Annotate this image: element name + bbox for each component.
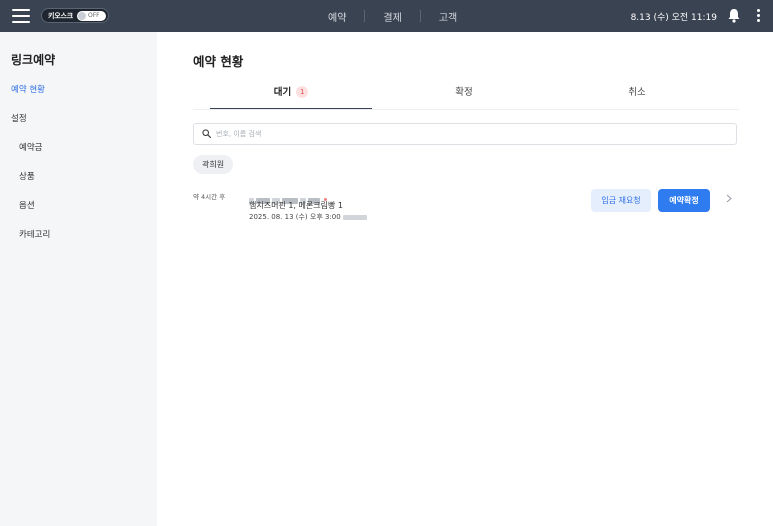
nav-payment[interactable]: 결제: [365, 9, 419, 24]
sidebar-item-category[interactable]: 카테고리: [19, 228, 50, 240]
sidebar-title: 링크예약: [11, 53, 56, 67]
top-nav: 예약 결제 고객: [310, 0, 475, 32]
kiosk-state: OFF: [88, 12, 100, 19]
sidebar: 링크예약 예약 현황 설정 예약금 상품 옵션 카테고리: [0, 32, 157, 526]
reservation-datetime: 2025. 08. 13 (수) 오후 3:00: [249, 212, 369, 222]
tabs-divider: [193, 109, 739, 110]
filter-chip[interactable]: 곽희원: [193, 155, 234, 174]
chevron-right-icon[interactable]: [726, 194, 732, 203]
reservation-items: 햄치즈머핀 1, 메론크림빵 1: [249, 201, 343, 210]
sidebar-item-products[interactable]: 상품: [19, 170, 35, 182]
sidebar-item-options[interactable]: 옵션: [19, 199, 35, 211]
kiosk-toggle[interactable]: 키오스크 OFF: [41, 8, 109, 23]
main-content: 예약 현황 대기 1 확정 취소 곽희원 약 4시간 후 햄치즈머핀 1, 메론크…: [157, 32, 773, 526]
kiosk-switch[interactable]: OFF: [77, 11, 106, 21]
count-badge: 1: [296, 86, 309, 98]
tab-label: 확정: [455, 87, 473, 98]
kiosk-label: 키오스크: [48, 12, 73, 20]
bell-icon[interactable]: [727, 8, 741, 23]
customer-name-redacted: [249, 190, 327, 204]
sidebar-item-deposit[interactable]: 예약금: [19, 141, 42, 153]
status-tabs: 대기 1 확정 취소: [210, 82, 740, 110]
tab-label: 취소: [628, 87, 646, 98]
sidebar-item-settings[interactable]: 설정: [11, 112, 27, 124]
tab-cancelled[interactable]: 취소: [556, 82, 718, 108]
reservation-row[interactable]: 약 4시간 후 햄치즈머핀 1, 메론크림빵 1 2025. 08. 13 (수…: [193, 186, 739, 226]
toggle-knob: [78, 12, 86, 20]
sidebar-item-reservation-status[interactable]: 예약 현황: [11, 83, 45, 95]
search-input[interactable]: [216, 127, 716, 141]
page-title: 예약 현황: [193, 54, 244, 69]
tab-confirmed[interactable]: 확정: [383, 82, 545, 108]
top-bar: 키오스크 OFF 예약 결제 고객 8.13 (수) 오전 11:19: [0, 0, 773, 32]
confirm-reservation-button[interactable]: 예약확정: [658, 189, 710, 212]
tab-label: 대기: [273, 87, 292, 98]
current-datetime: 8.13 (수) 오전 11:19: [630, 13, 717, 23]
reservation-datetime-text: 2025. 08. 13 (수) 오후 3:00: [249, 213, 341, 221]
search-icon: [202, 129, 211, 138]
request-deposit-button[interactable]: 입금 재요청: [591, 189, 651, 212]
nav-customer[interactable]: 고객: [421, 9, 475, 24]
nav-reservation[interactable]: 예약: [310, 9, 364, 24]
menu-icon[interactable]: [12, 9, 30, 23]
more-vertical-icon[interactable]: [757, 9, 761, 23]
time-until: 약 4시간 후: [193, 193, 226, 201]
tab-waiting[interactable]: 대기 1: [210, 82, 372, 110]
search-box[interactable]: [193, 123, 737, 145]
